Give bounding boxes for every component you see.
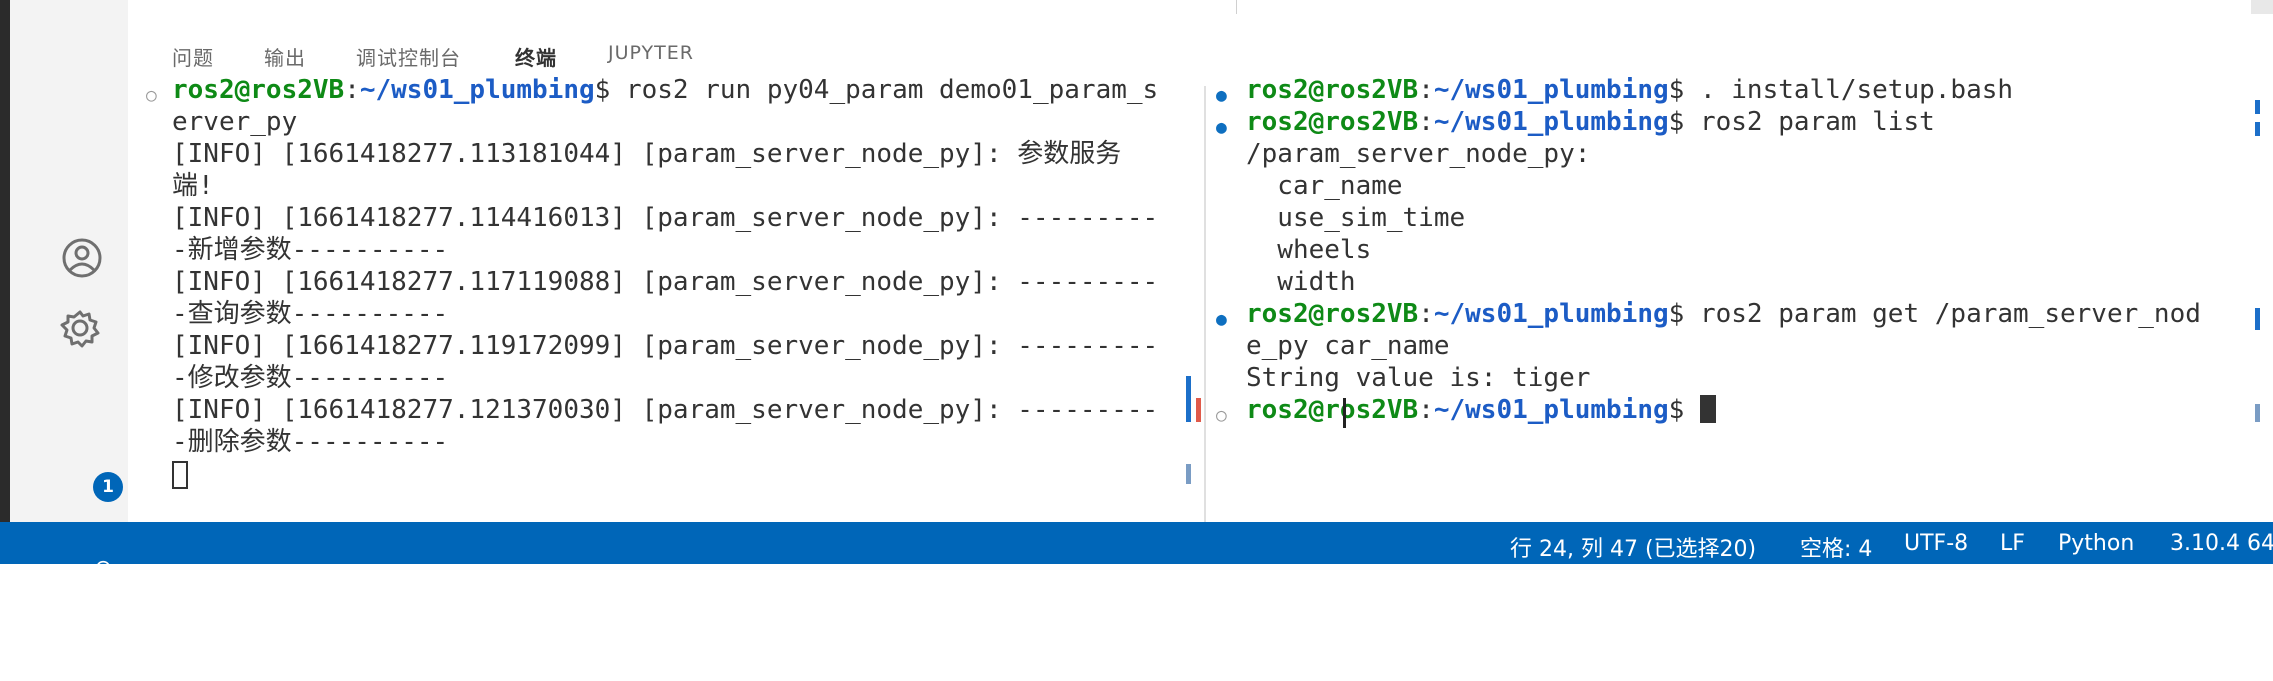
account-icon[interactable]: [54, 230, 110, 286]
editor-corner: [2251, 0, 2273, 14]
terminal-line: -修改参数----------: [172, 363, 449, 393]
editor-divider: [1236, 0, 1237, 14]
status-bar: ⊗ 0 ⚠ 0 行 24, 列 47 (已选择20) 空格: 4 UTF-8 L…: [0, 522, 2273, 656]
python-interpreter[interactable]: 3.10.4 64-: [2170, 531, 2273, 556]
command-status-icon: ○: [1216, 405, 1227, 426]
terminal-line: erver_py: [172, 107, 298, 137]
tab-problems[interactable]: 问题: [172, 42, 214, 71]
scroll-marker: [2255, 404, 2260, 422]
tab-debug-console[interactable]: 调试控制台: [356, 42, 461, 71]
terminal-line: /param_server_node_py:: [1246, 139, 1591, 169]
terminal-line: [INFO] [1661418277.114416013] [param_ser…: [172, 203, 1159, 233]
scroll-marker-error: [1196, 398, 1201, 422]
scroll-marker: [2255, 100, 2260, 114]
terminal-line: ros2@ros2VB:~/ws01_plumbing$ ros2 param …: [1246, 107, 1935, 137]
terminal-line: [INFO] [1661418277.113181044] [param_ser…: [172, 139, 1122, 169]
terminal-right[interactable]: ● ros2@ros2VB:~/ws01_plumbing$ . install…: [1208, 75, 2273, 522]
indentation[interactable]: 空格: 4: [1800, 531, 1872, 563]
settings-badge: 1: [93, 472, 123, 502]
scroll-marker: [2255, 122, 2260, 136]
scroll-marker: [1186, 376, 1191, 422]
terminal-line: ros2@ros2VB:~/ws01_plumbing$ ros2 param …: [1246, 299, 2201, 329]
command-status-icon: ●: [1216, 85, 1227, 106]
terminal-line: width: [1246, 267, 1356, 297]
terminal-line: e_py car_name: [1246, 331, 1450, 361]
terminal-line: [INFO] [1661418277.117119088] [param_ser…: [172, 267, 1159, 297]
warning-icon: ⚠: [93, 606, 114, 631]
gear-icon[interactable]: [54, 298, 110, 354]
tab-jupyter[interactable]: JUPYTER: [608, 42, 694, 64]
scroll-marker: [1186, 464, 1191, 484]
terminal-cursor: [172, 460, 188, 492]
command-status-icon: ●: [1216, 309, 1227, 330]
cursor-position[interactable]: 行 24, 列 47 (已选择20): [1510, 531, 1756, 563]
terminal-line: wheels: [1246, 235, 1372, 265]
terminal-left[interactable]: ○ ros2@ros2VB:~/ws01_plumbing$ ros2 run …: [128, 75, 1204, 522]
terminal-line: car_name: [1246, 171, 1403, 201]
editor-top-strip: [128, 0, 2273, 15]
terminal-split-divider[interactable]: [1204, 86, 1206, 522]
terminal-cursor: [1699, 395, 1716, 423]
tab-output[interactable]: 输出: [264, 42, 306, 71]
tab-terminal[interactable]: 终端: [515, 42, 557, 71]
problems-indicator[interactable]: ⊗ 0 ⚠ 0: [66, 531, 114, 681]
terminal-line: -删除参数----------: [172, 427, 449, 457]
terminal-line: ros2@ros2VB:~/ws01_plumbing$ ros2 run py…: [172, 75, 1159, 105]
terminal-line: use_sim_time: [1246, 203, 1466, 233]
terminal-line: String value is: tiger: [1246, 363, 1591, 393]
terminal-line: ros2@ros2VB:~/ws01_plumbing$: [1246, 394, 1716, 426]
scroll-marker: [2255, 308, 2260, 330]
end-of-line[interactable]: LF: [2000, 531, 2025, 556]
terminal-line: ros2@ros2VB:~/ws01_plumbing$ . install/s…: [1246, 75, 2014, 105]
terminal-line: [INFO] [1661418277.119172099] [param_ser…: [172, 331, 1159, 361]
mouse-ibeam-cursor: [1343, 398, 1346, 428]
language-mode[interactable]: Python: [2058, 531, 2134, 556]
terminal-line: [INFO] [1661418277.121370030] [param_ser…: [172, 395, 1159, 425]
terminal-line: 端!: [172, 171, 214, 201]
command-status-icon: ○: [146, 85, 157, 106]
desktop-edge: [0, 0, 10, 578]
terminal-line: -新增参数----------: [172, 235, 449, 265]
command-status-icon: ●: [1216, 117, 1227, 138]
terminal-line: -查询参数----------: [172, 299, 449, 329]
window-bottom-edge: [0, 564, 2273, 578]
activity-bar: 1: [10, 0, 129, 522]
encoding[interactable]: UTF-8: [1904, 531, 1968, 556]
